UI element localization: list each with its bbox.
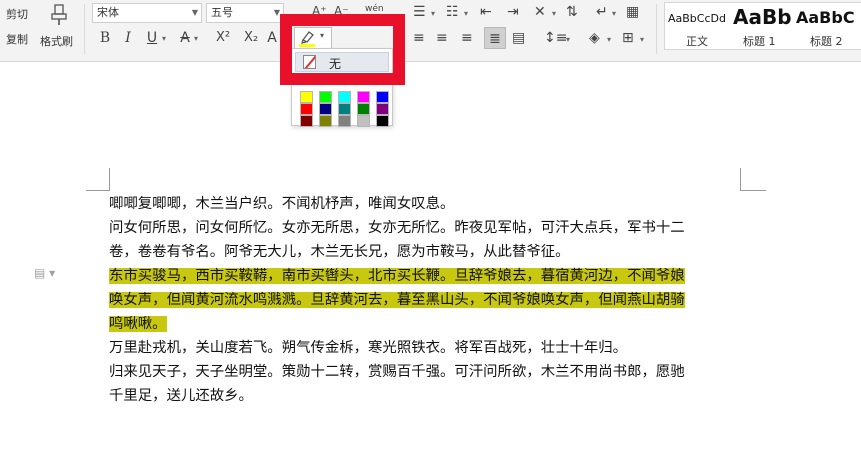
highlighted-text-line: 唤女声，但闻黄河流水鸣溅溅。旦辞黄河去，暮至黑山头，不闻爷娘唤女声，但闻燕山胡骑 [109, 288, 685, 312]
char-shading-button[interactable]: A [266, 30, 278, 46]
show-marks-icon[interactable]: ↵ [596, 4, 608, 20]
highlighted-text-line: 东市买骏马，西市买鞍鞯，南市买辔头，北市买长鞭。旦辞爷娘去，暮宿黄河边，不闻爷娘 [109, 264, 685, 288]
bold-button[interactable]: B [96, 30, 114, 46]
strikethrough-icon[interactable]: A [176, 30, 194, 46]
color-swatch[interactable] [300, 115, 313, 127]
line-text: 卷，卷卷有爷名。阿爷无大儿，木兰无长兄，愿为市鞍马，从此替爷征。 [109, 244, 570, 260]
color-swatch[interactable] [357, 115, 370, 127]
superscript-button[interactable]: X² [212, 30, 234, 46]
color-swatch[interactable] [376, 91, 389, 103]
style-preview: AaBbCcDd [668, 12, 726, 25]
chevron-down-icon[interactable]: ▾ [566, 32, 570, 48]
distributed-align-icon[interactable]: ▤ [512, 30, 525, 46]
line-text: 东市买骏马，西市买鞍鞯，南市买辔头，北市买长鞭。旦辞爷娘去，暮宿黄河边，不闻爷娘 [109, 268, 685, 284]
line-text: 唧唧复唧唧，木兰当户织。不闻机杼声，唯闻女叹息。 [109, 196, 455, 212]
font-size-value: 五号 [211, 6, 233, 19]
crop-mark [86, 190, 110, 191]
decrease-indent-icon[interactable]: ⇤ [480, 4, 492, 20]
color-swatch[interactable] [319, 91, 332, 103]
line-text: 千里足，送儿还故乡。 [109, 388, 253, 404]
line-text: 万里赴戎机，关山度若飞。朔气传金柝，寒光照铁衣。将军百战死，壮士十年归。 [109, 340, 628, 356]
line-text: 唤女声，但闻黄河流水鸣溅溅。旦辞黄河去，暮至黑山头，不闻爷娘唤女声，但闻燕山胡骑 [109, 292, 685, 308]
annotation-highlight-box [280, 14, 405, 85]
ribbon-toolbar: 剪切 复制 格式刷 宋体 ▼ 五号 ▼ B I U ▾ A ▾ X² X₂ A … [0, 0, 861, 62]
style-heading-2[interactable]: AaBbC 标题 2 [796, 3, 861, 49]
style-normal[interactable]: AaBbCcDd 正文 [665, 3, 729, 49]
style-name: 标题 1 [743, 35, 776, 48]
text-line: 问女何所思，问女何所忆。女亦无所思，女亦无所忆。昨夜见军帖，可汗大点兵，军书十二 [109, 216, 685, 240]
style-name: 标题 2 [810, 35, 843, 48]
chevron-down-icon[interactable]: ▾ [552, 6, 556, 22]
color-swatch[interactable] [357, 91, 370, 103]
chevron-down-icon[interactable]: ▾ [194, 31, 198, 47]
justify-icon[interactable]: ≣ [484, 27, 506, 49]
numbered-list-icon[interactable]: ☷ [446, 4, 459, 20]
text-line: 唧唧复唧唧，木兰当户织。不闻机杼声，唯闻女叹息。 [109, 192, 454, 216]
color-swatch[interactable] [357, 103, 370, 115]
text-direction-icon[interactable]: ✕ [534, 4, 546, 20]
text-line: 千里足，送儿还故乡。 [109, 384, 253, 408]
text-line: 卷，卷卷有爷名。阿爷无大儿，木兰无长兄，愿为市鞍马，从此替爷征。 [109, 240, 570, 264]
paragraph-layout-icon[interactable]: ▤ ▾ [34, 266, 55, 280]
chevron-down-icon[interactable]: ▾ [607, 32, 611, 48]
style-name: 正文 [686, 35, 708, 48]
chevron-down-icon[interactable]: ▾ [431, 6, 435, 22]
line-spacing-icon[interactable]: ↕≡ [544, 30, 567, 46]
chevron-down-icon[interactable]: ▾ [612, 6, 616, 22]
line-text: 鸣啾啾。 [109, 316, 167, 332]
brush-icon [51, 4, 67, 25]
text-line: 归来见天子，天子坐明堂。策勋十二转，赏赐百千强。可汗问所欲，木兰不用尚书郎，愿驰 [109, 360, 685, 384]
style-heading-1[interactable]: AaBb 标题 1 [731, 3, 795, 49]
underline-button[interactable]: U [144, 30, 160, 46]
italic-button[interactable]: I [120, 30, 136, 46]
cut-button[interactable]: 剪切 [0, 4, 34, 22]
chevron-down-icon[interactable]: ▾ [464, 6, 468, 22]
increase-indent-icon[interactable]: ⇥ [507, 4, 519, 20]
color-swatch[interactable] [376, 103, 389, 115]
highlighted-text-line: 鸣啾啾。 [109, 312, 167, 336]
shading-icon[interactable]: ◈ [589, 30, 600, 46]
font-name-select[interactable]: 宋体 ▼ [92, 3, 202, 23]
align-right-icon[interactable]: ≡ [461, 30, 473, 46]
align-left-icon[interactable]: ≡ [413, 30, 425, 46]
copy-label: 复制 [6, 33, 28, 46]
line-text: 归来见天子，天子坐明堂。策勋十二转，赏赐百千强。可汗问所欲，木兰不用尚书郎，愿驰 [109, 364, 685, 380]
font-size-select[interactable]: 五号 ▼ [206, 3, 284, 23]
color-swatch[interactable] [300, 91, 313, 103]
align-center-icon[interactable]: ≡ [436, 30, 448, 46]
crop-mark [740, 190, 766, 191]
chevron-down-icon[interactable]: ▾ [640, 32, 644, 48]
bullet-list-icon[interactable]: ☰ [413, 4, 426, 20]
sort-icon[interactable]: ⇅ [566, 4, 578, 20]
crop-mark [740, 168, 741, 191]
copy-button[interactable]: 复制 [0, 29, 34, 47]
chevron-down-icon[interactable]: ▾ [162, 31, 166, 47]
color-swatch[interactable] [319, 103, 332, 115]
styles-gallery: AaBbCcDd 正文 AaBb 标题 1 AaBbC 标题 2 [664, 2, 861, 50]
line-text: 问女何所思，问女何所忆。女亦无所思，女亦无所忆。昨夜见军帖，可汗大点兵，军书十二 [109, 220, 685, 236]
ruler-icon[interactable]: ▦ [626, 4, 639, 20]
font-name-value: 宋体 [97, 6, 119, 19]
cut-label: 剪切 [6, 8, 28, 21]
color-swatch[interactable] [338, 91, 351, 103]
style-preview: AaBb [733, 5, 792, 29]
color-swatch[interactable] [338, 103, 351, 115]
subscript-button[interactable]: X₂ [240, 30, 262, 46]
format-painter-button[interactable]: 格式刷 [38, 2, 80, 50]
text-line: 万里赴戎机，关山度若飞。朔气传金柝，寒光照铁衣。将军百战死，壮士十年归。 [109, 336, 627, 360]
crop-mark [109, 168, 110, 191]
divider [656, 4, 657, 54]
divider [84, 4, 85, 54]
color-swatch[interactable] [376, 115, 389, 127]
style-preview: AaBbC [796, 8, 855, 27]
color-swatch[interactable] [338, 115, 351, 127]
color-swatch[interactable] [319, 115, 332, 127]
color-swatch[interactable] [300, 103, 313, 115]
chevron-down-icon: ▼ [191, 8, 198, 17]
borders-icon[interactable]: ⊞ [622, 30, 634, 46]
format-painter-label: 格式刷 [40, 35, 73, 48]
